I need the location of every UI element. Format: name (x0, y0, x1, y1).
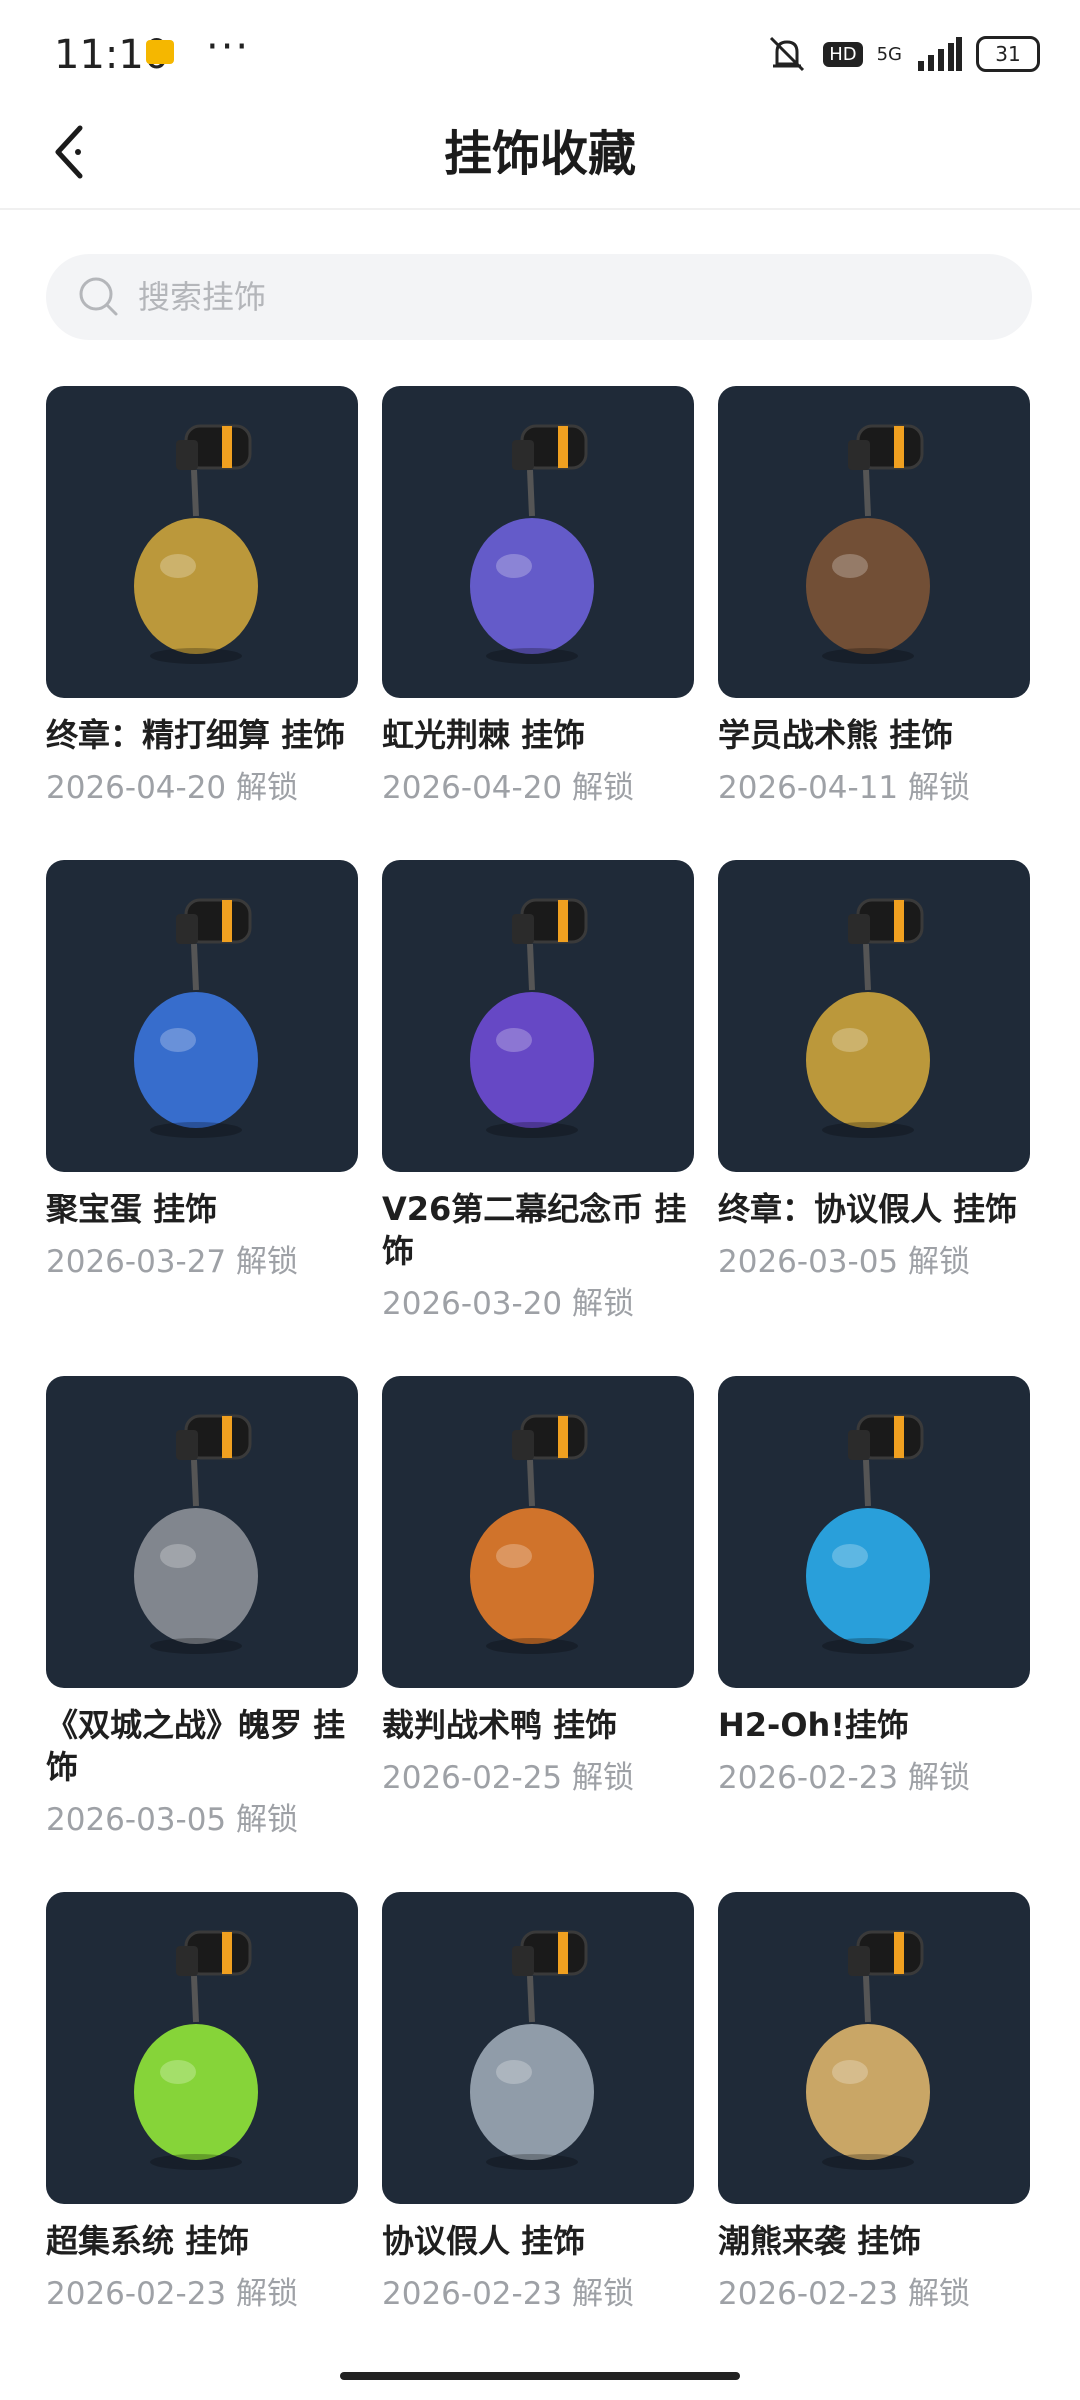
back-button[interactable] (30, 112, 110, 192)
back-arrow-icon (55, 125, 83, 179)
charm-thumbnail[interactable] (46, 1892, 358, 2204)
charm-card[interactable]: V26第二幕纪念币 挂饰 2026-03-20 解锁 (382, 860, 694, 1324)
charm-name: 聚宝蛋 挂饰 (46, 1190, 218, 1228)
page-header: 挂饰收藏 (0, 100, 1080, 210)
charm-name: 裁判战术鸭 挂饰 (382, 1706, 618, 1744)
battery-indicator: 31 (976, 36, 1040, 72)
charm-card[interactable]: 学员战术熊 挂饰 2026-04-11 解锁 (718, 386, 1030, 808)
charm-thumbnail[interactable] (382, 386, 694, 698)
charm-thumbnail[interactable] (46, 860, 358, 1172)
charm-thumbnail[interactable] (382, 1376, 694, 1688)
charm-name: V26第二幕纪念币 挂饰 (382, 1190, 687, 1270)
charm-unlock-date: 2026-04-20 解锁 (46, 770, 299, 806)
signal-icon (918, 37, 962, 71)
message-notification-icon (146, 40, 174, 64)
charm-thumbnail[interactable] (382, 1892, 694, 2204)
charm-unlock-date: 2026-02-23 解锁 (718, 1760, 971, 1796)
charm-card[interactable]: 潮熊来袭 挂饰 2026-02-23 解锁 (718, 1892, 1030, 2314)
network-type: 5G (876, 43, 902, 65)
charm-card[interactable]: 裁判战术鸭 挂饰 2026-02-25 解锁 (382, 1376, 694, 1798)
charm-thumbnail[interactable] (718, 386, 1030, 698)
v26-coin-charm-icon (470, 898, 594, 1138)
charm-name: H2-Oh!挂饰 (718, 1706, 909, 1744)
charm-name: 协议假人 挂饰 (382, 2222, 586, 2260)
search-input[interactable] (136, 277, 940, 317)
charm-thumbnail[interactable] (382, 860, 694, 1172)
diver-bear-charm-icon (806, 1930, 930, 2170)
charm-name: 超集系统 挂饰 (46, 2222, 250, 2260)
poro-charm-icon (134, 1414, 258, 1654)
charm-card[interactable]: 超集系统 挂饰 2026-02-23 解锁 (46, 1892, 358, 2314)
page-title: 挂饰收藏 (443, 126, 636, 182)
charm-thumbnail[interactable] (718, 1892, 1030, 2204)
search-icon (79, 277, 118, 316)
more-notifications-icon: ··· (206, 24, 251, 70)
status-bar: 11:10 ··· HD 5G 31 (0, 0, 1080, 100)
charm-name: 终章：协议假人 挂饰 (718, 1190, 1018, 1228)
charm-card[interactable]: 聚宝蛋 挂饰 2026-03-27 解锁 (46, 860, 358, 1282)
charm-unlock-date: 2026-02-25 解锁 (382, 1760, 635, 1796)
charm-unlock-date: 2026-02-23 解锁 (46, 2276, 299, 2312)
charm-unlock-date: 2026-03-05 解锁 (46, 1802, 299, 1838)
hd-badge: HD (823, 41, 863, 67)
charm-name: 学员战术熊 挂饰 (718, 716, 954, 754)
charm-name: 终章：精打细算 挂饰 (46, 716, 346, 754)
charm-card[interactable]: H2-Oh!挂饰 2026-02-23 解锁 (718, 1376, 1030, 1798)
charm-name: 潮熊来袭 挂饰 (718, 2222, 922, 2260)
rainbow-thorn-charm-icon (470, 424, 594, 664)
charm-card[interactable]: 终章：精打细算 挂饰 2026-04-20 解锁 (46, 386, 358, 808)
charm-thumbnail[interactable] (46, 1376, 358, 1688)
charm-thumbnail[interactable] (718, 1376, 1030, 1688)
charm-unlock-date: 2026-03-20 解锁 (382, 1286, 635, 1322)
robot-backpack-charm-icon (134, 1930, 258, 2170)
treasure-egg-charm-icon (134, 898, 258, 1138)
referee-duck-charm-icon (470, 1414, 594, 1654)
gold-pig-charm-icon (134, 424, 258, 664)
search-bar[interactable] (46, 254, 1032, 340)
charm-card[interactable]: 协议假人 挂饰 2026-02-23 解锁 (382, 1892, 694, 2314)
dummy-robot-charm-icon (470, 1930, 594, 2170)
charm-unlock-date: 2026-02-23 解锁 (382, 2276, 635, 2312)
charm-thumbnail[interactable] (46, 386, 358, 698)
charm-card[interactable]: 虹光荆棘 挂饰 2026-04-20 解锁 (382, 386, 694, 808)
home-indicator[interactable] (340, 2372, 740, 2380)
charm-name: 《双城之战》魄罗 挂饰 (46, 1706, 346, 1786)
charm-card[interactable]: 《双城之战》魄罗 挂饰 2026-03-05 解锁 (46, 1376, 358, 1840)
status-icons: HD 5G 31 (765, 30, 1040, 78)
gold-dummy-charm-icon (806, 898, 930, 1138)
charm-card[interactable]: 终章：协议假人 挂饰 2026-03-05 解锁 (718, 860, 1030, 1282)
charm-unlock-date: 2026-03-27 解锁 (46, 1244, 299, 1280)
charm-unlock-date: 2026-04-11 解锁 (718, 770, 971, 806)
cadet-bear-charm-icon (806, 424, 930, 664)
water-bottle-charm-icon (806, 1414, 930, 1654)
charm-name: 虹光荆棘 挂饰 (382, 716, 586, 754)
charm-unlock-date: 2026-03-05 解锁 (718, 1244, 971, 1280)
charm-unlock-date: 2026-04-20 解锁 (382, 770, 635, 806)
mute-icon (770, 36, 805, 72)
charm-thumbnail[interactable] (718, 860, 1030, 1172)
charm-unlock-date: 2026-02-23 解锁 (718, 2276, 971, 2312)
